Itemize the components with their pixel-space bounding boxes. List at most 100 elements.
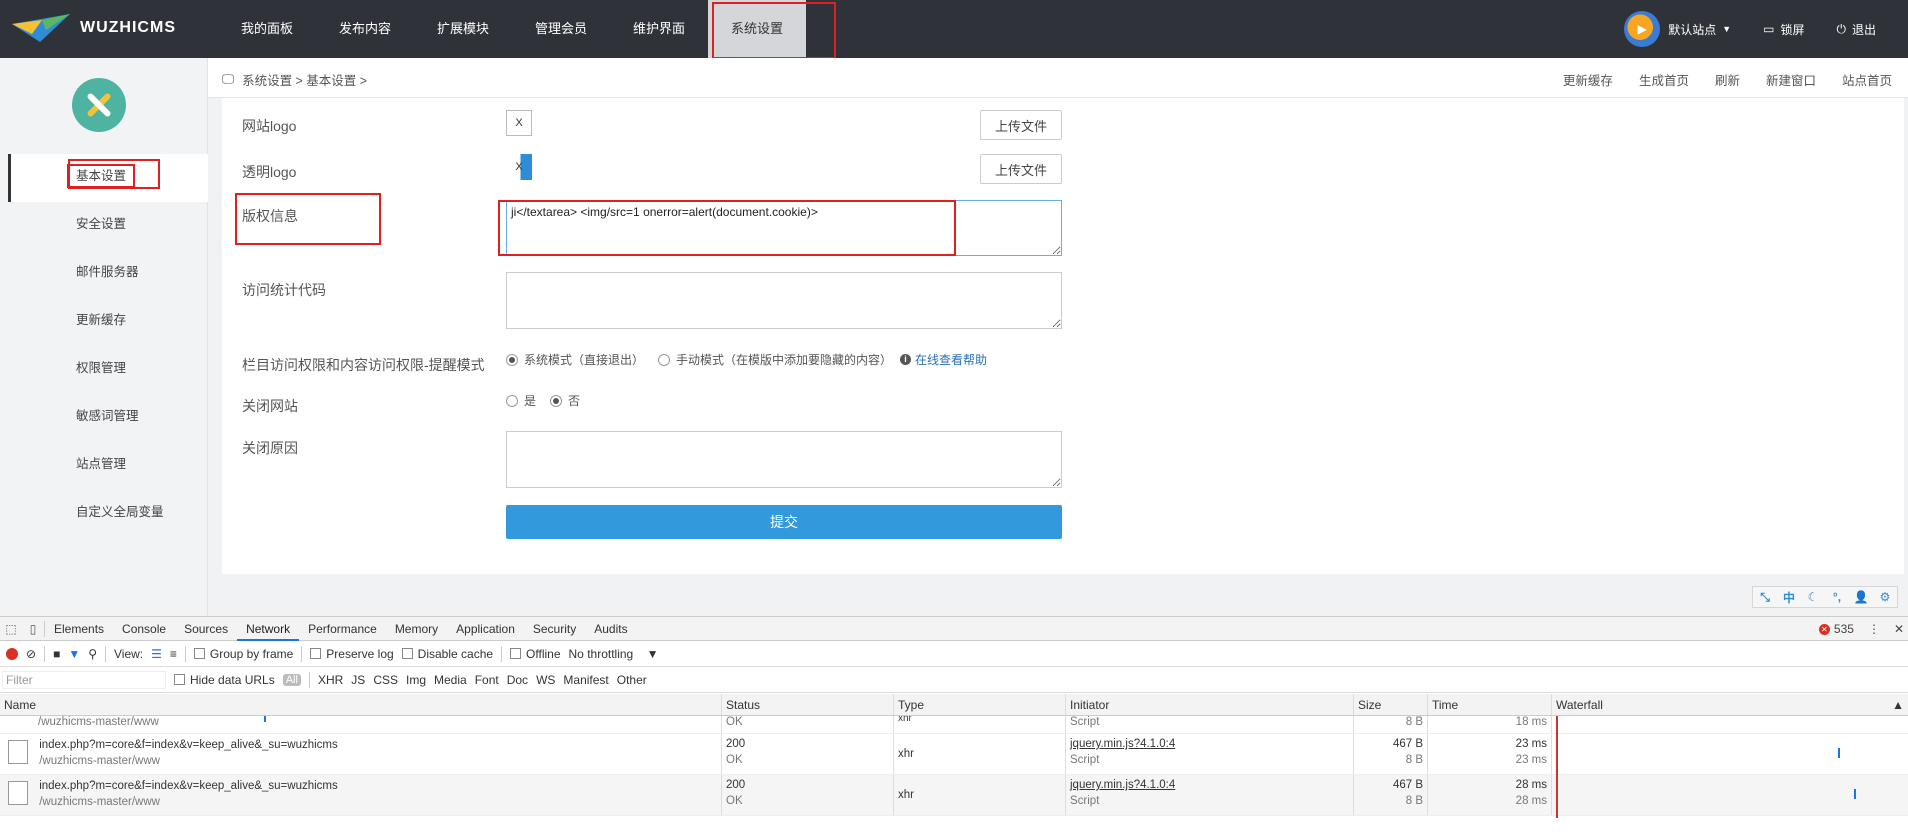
filter-type-manifest[interactable]: Manifest [563,673,608,687]
user-icon[interactable]: 👤 [1853,589,1869,605]
filter-type-font[interactable]: Font [475,673,499,687]
search-icon[interactable]: ⚲ [88,647,97,661]
dots-icon[interactable]: °, [1829,589,1845,605]
tab-audits[interactable]: Audits [585,617,636,641]
nav-item-dashboard[interactable]: 我的面板 [218,0,316,58]
online-help-link[interactable]: 在线查看帮助 [915,351,987,368]
table-row[interactable]: index.php?m=core&f=index&v=keep_alive&_s… [0,775,1908,816]
group-by-frame-checkbox[interactable]: Group by frame [193,647,293,661]
tab-console[interactable]: Console [113,617,175,641]
hide-data-urls-checkbox[interactable]: Hide data URLs [174,673,275,687]
site-switcher[interactable]: 默认站点 ▼ [1668,21,1731,38]
checkbox-box [174,673,185,685]
filter-type-all[interactable]: All [282,673,301,686]
filter-input[interactable]: Filter [2,670,166,689]
row-type: xhr [894,716,1066,733]
close-reason-textarea[interactable] [506,431,1062,488]
nav-item-publish[interactable]: 发布内容 [316,0,414,58]
submit-button[interactable]: 提交 [506,505,1062,539]
nav-item-modules[interactable]: 扩展模块 [414,0,512,58]
site-home-link[interactable]: 站点首页 [1842,70,1892,89]
sidebar-item-mail-server[interactable]: 邮件服务器 [8,250,208,298]
column-header-name[interactable]: Name [0,694,722,715]
row-initiator-link[interactable]: jquery.min.js?4.1.0:4 [1070,779,1175,791]
row-path: /wuzhicms-master/www [39,796,160,808]
generate-home-link[interactable]: 生成首页 [1639,70,1689,89]
site-avatar[interactable]: ▶ [1624,11,1661,47]
checkbox-box [510,647,522,659]
column-header-waterfall[interactable]: Waterfall ▲ [1552,694,1908,715]
upload-site-logo-button[interactable]: 上传文件 [980,110,1062,140]
filter-type-xhr[interactable]: XHR [318,673,343,687]
tab-sources[interactable]: Sources [175,617,237,641]
more-menu-icon[interactable]: ⋮ [1868,622,1880,636]
nav-item-maintenance[interactable]: 维护界面 [610,0,708,58]
column-header-size[interactable]: Size [1354,694,1428,715]
offline-checkbox[interactable]: Offline [510,647,561,661]
radio-manual-mode[interactable] [658,353,671,366]
tab-security[interactable]: Security [524,617,585,641]
column-header-initiator[interactable]: Initiator [1066,694,1354,715]
table-row[interactable]: index.php?m=core&f=index&v=keep_alive&_s… [0,734,1908,775]
table-row[interactable]: /wuzhicms-master/www OK xhr Script 8 B 1… [0,716,1908,734]
brand-logo[interactable]: WUZHICMS [12,14,176,42]
new-window-link[interactable]: 新建窗口 [1766,70,1816,89]
tab-elements[interactable]: Elements [45,617,113,641]
radio-system-mode[interactable] [506,353,518,366]
filter-type-other[interactable]: Other [617,673,647,687]
tab-network[interactable]: Network [237,617,300,641]
resize-icon[interactable]: ⤡ [1757,589,1773,605]
radio-close-no[interactable] [550,394,563,407]
row-initiator-type: Script [1070,754,1100,766]
sidebar-item-sites[interactable]: 站点管理 [8,442,208,490]
update-cache-link[interactable]: 更新缓存 [1563,70,1613,89]
waterfall-bar [1854,789,1856,799]
radio-close-yes[interactable] [506,394,518,407]
overview-icon[interactable]: ≡ [170,647,177,661]
network-filter-bar: Filter Hide data URLs All XHR JS CSS Img… [0,667,1908,693]
sidebar-item-global-vars[interactable]: 自定义全局变量 [8,490,208,538]
clear-icon[interactable]: ⊘ [26,647,36,661]
camera-icon[interactable]: ■ [53,647,60,661]
moon-icon[interactable]: ☾ [1805,589,1821,605]
filter-type-css[interactable]: CSS [373,673,398,687]
sidebar-item-security[interactable]: 安全设置 [8,202,208,250]
nav-item-members[interactable]: 管理会员 [512,0,610,58]
record-icon[interactable] [6,647,18,660]
row-initiator-link[interactable]: jquery.min.js?4.1.0:4 [1070,738,1175,750]
sidebar-item-sensitive-words[interactable]: 敏感词管理 [8,394,208,442]
tab-performance[interactable]: Performance [299,617,386,641]
column-header-type[interactable]: Type [894,694,1066,715]
logout-button[interactable]: ⏻ 退出 [1836,21,1876,38]
list-view-icon[interactable]: ☰ [151,647,162,661]
inspect-icon[interactable]: ⬚ [0,618,22,640]
view-label: View: [114,646,144,661]
disable-cache-checkbox[interactable]: Disable cache [401,647,493,661]
sidebar-item-permissions[interactable]: 权限管理 [8,346,208,394]
column-header-time[interactable]: Time [1428,694,1552,715]
filter-type-doc[interactable]: Doc [507,673,528,687]
throttling-select[interactable]: No throttling ▼ [569,647,659,661]
zh-icon[interactable]: 中 [1781,589,1797,605]
preserve-log-checkbox[interactable]: Preserve log [310,647,394,661]
filter-type-media[interactable]: Media [434,673,467,687]
filter-icon[interactable]: ▼ [68,647,80,661]
upload-trans-logo-button[interactable]: 上传文件 [980,154,1062,184]
lock-screen-button[interactable]: ▭ 锁屏 [1763,21,1804,38]
refresh-link[interactable]: 刷新 [1715,70,1740,89]
device-toggle-icon[interactable]: ▯ [22,618,44,640]
sidebar-item-update-cache[interactable]: 更新缓存 [8,298,208,346]
filter-type-img[interactable]: Img [406,673,426,687]
tab-memory[interactable]: Memory [386,617,447,641]
gear-icon[interactable]: ⚙ [1877,589,1893,605]
filter-type-ws[interactable]: WS [536,673,555,687]
tab-application[interactable]: Application [447,617,524,641]
filter-type-js[interactable]: JS [351,673,365,687]
checkbox-box [401,647,413,659]
error-counter[interactable]: ✕ 535 [1818,622,1854,636]
breadcrumb-text: 系统设置 > 基本设置 > [242,74,368,88]
column-header-status[interactable]: Status [722,694,894,715]
stats-code-textarea[interactable] [506,272,1062,329]
monitor-icon: ▭ [1763,22,1775,36]
close-icon[interactable]: ✕ [1894,622,1904,636]
